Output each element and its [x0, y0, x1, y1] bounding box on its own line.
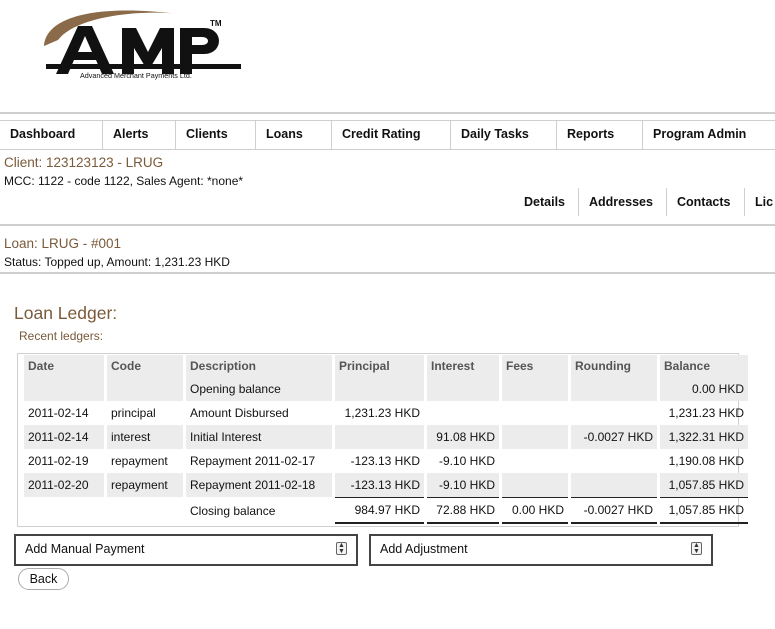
col-code-header: Code: [107, 355, 183, 377]
cell-rounding: [571, 377, 657, 401]
nav-dashboard[interactable]: Dashboard: [0, 121, 103, 149]
cell-description: Repayment 2011-02-18: [186, 473, 332, 497]
nav-program-admin[interactable]: Program Admin: [643, 121, 775, 149]
cell-fees: [502, 473, 568, 497]
cell-code: principal: [111, 406, 156, 420]
cell-code: [107, 377, 183, 401]
table-row: 2011-02-14 interest Initial Interest 91.…: [24, 425, 748, 449]
main-nav: Dashboard Alerts Clients Loans Credit Ra…: [0, 120, 775, 150]
add-adjustment-label: Add Adjustment: [380, 542, 468, 556]
tab-addresses[interactable]: Addresses: [579, 188, 667, 216]
cell-interest: -9.10 HKD: [427, 473, 499, 497]
cell-interest: 91.08 HKD: [427, 425, 499, 449]
nav-alerts[interactable]: Alerts: [103, 121, 176, 149]
col-rounding-header: Rounding: [571, 355, 657, 377]
cell-principal: -123.13 HKD: [335, 473, 424, 497]
cell-rounding: [571, 473, 657, 497]
nav-clients[interactable]: Clients: [176, 121, 256, 149]
closing-fees: 0.00 HKD: [502, 497, 568, 524]
ledger-header-row: Date Code Description Principal Interest…: [24, 355, 748, 377]
table-row: Opening balance 0.00 HKD: [24, 377, 748, 401]
cell-code: repayment: [107, 473, 183, 497]
cell-description: Closing balance: [190, 503, 276, 518]
cell-code: [107, 497, 183, 524]
col-fees-header: Fees: [502, 355, 568, 377]
cell-description: Opening balance: [186, 377, 332, 401]
cell-interest: [427, 377, 499, 401]
cell-rounding: -0.0027 HKD: [571, 425, 657, 449]
amp-logo: TM Advanced Merchant Payments Ltd.: [38, 6, 248, 84]
add-manual-payment-label: Add Manual Payment: [25, 542, 145, 556]
closing-principal: 984.97 HKD: [335, 497, 424, 524]
cell-date: 2011-02-14: [28, 406, 89, 420]
table-row: 2011-02-20 repayment Repayment 2011-02-1…: [24, 473, 748, 497]
closing-rounding: -0.0027 HKD: [571, 497, 657, 524]
cell-date: 2011-02-20: [24, 473, 104, 497]
tab-licenses[interactable]: Lic: [745, 188, 775, 216]
ledger-title: Loan Ledger:: [14, 303, 118, 323]
client-divider: [0, 224, 775, 226]
cell-date: [24, 377, 104, 401]
closing-interest: 72.88 HKD: [427, 497, 499, 524]
cell-principal: -123.13 HKD: [350, 454, 420, 468]
cell-description: Repayment 2011-02-17: [190, 454, 316, 468]
client-title: Client: 123123123 - LRUG: [4, 155, 164, 170]
cell-rounding: [571, 449, 657, 473]
cell-balance: 0.00 HKD: [660, 377, 748, 401]
select-arrows-icon: ▲ ▼: [336, 542, 347, 555]
cell-principal: [335, 425, 424, 449]
loan-status: Status: Topped up, Amount: 1,231.23 HKD: [4, 255, 230, 269]
cell-fees: [502, 377, 568, 401]
cell-description: Initial Interest: [186, 425, 332, 449]
back-button[interactable]: Back: [18, 568, 69, 590]
tab-details[interactable]: Details: [514, 188, 579, 216]
amp-logo-graphic: TM Advanced Merchant Payments Ltd.: [44, 10, 241, 80]
client-subtitle: MCC: 1122 - code 1122, Sales Agent: *non…: [4, 174, 244, 188]
cell-fees: [502, 401, 568, 425]
add-manual-payment-select[interactable]: Add Manual Payment ▲ ▼: [14, 534, 358, 566]
nav-reports[interactable]: Reports: [557, 121, 643, 149]
cell-principal: [335, 377, 424, 401]
cell-fees: [502, 449, 568, 473]
cell-principal: 1,231.23 HKD: [344, 406, 420, 420]
col-description-header: Description: [186, 355, 332, 377]
cell-date: 2011-02-14: [24, 425, 104, 449]
svg-text:TM: TM: [210, 19, 222, 28]
header-divider: [0, 112, 775, 114]
cell-description: Amount Disbursed: [190, 406, 289, 420]
cell-code: repayment: [111, 454, 168, 468]
col-balance-header: Balance: [660, 355, 748, 377]
tab-contacts[interactable]: Contacts: [667, 188, 745, 216]
loan-divider: [0, 272, 775, 274]
col-principal-header: Principal: [335, 355, 424, 377]
cell-code: interest: [107, 425, 183, 449]
col-date-header: Date: [24, 355, 104, 377]
nav-credit-rating[interactable]: Credit Rating: [332, 121, 451, 149]
cell-interest: [427, 401, 499, 425]
nav-loans[interactable]: Loans: [256, 121, 332, 149]
svg-text:Advanced Merchant Payments Ltd: Advanced Merchant Payments Ltd.: [80, 71, 192, 80]
cell-balance: 1,231.23 HKD: [668, 406, 744, 420]
col-interest-header: Interest: [427, 355, 499, 377]
closing-balance: 1,057.85 HKD: [660, 497, 748, 524]
cell-interest: -9.10 HKD: [438, 454, 495, 468]
ledger-table: Date Code Description Principal Interest…: [21, 355, 751, 524]
select-arrows-icon: ▲ ▼: [691, 542, 702, 555]
cell-date: 2011-02-19: [28, 454, 89, 468]
add-adjustment-select[interactable]: Add Adjustment ▲ ▼: [369, 534, 713, 566]
cell-balance: 1,190.08 HKD: [668, 454, 744, 468]
nav-daily-tasks[interactable]: Daily Tasks: [451, 121, 557, 149]
table-row: 2011-02-14 principal Amount Disbursed 1,…: [24, 401, 748, 425]
cell-fees: [502, 425, 568, 449]
loan-title: Loan: LRUG - #001: [4, 236, 122, 251]
cell-balance: 1,322.31 HKD: [660, 425, 748, 449]
closing-row: Closing balance 984.97 HKD 72.88 HKD 0.0…: [24, 497, 748, 524]
cell-balance: 1,057.85 HKD: [660, 473, 748, 497]
cell-rounding: [571, 401, 657, 425]
table-row: 2011-02-19 repayment Repayment 2011-02-1…: [24, 449, 748, 473]
cell-date: [24, 497, 104, 524]
ledger-subtitle: Recent ledgers:: [19, 329, 104, 343]
